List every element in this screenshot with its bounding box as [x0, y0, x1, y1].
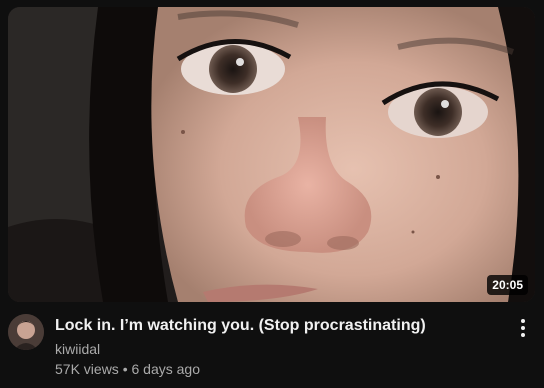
- video-title[interactable]: Lock in. I’m watching you. (Stop procras…: [55, 315, 507, 337]
- avatar-image: [8, 314, 44, 350]
- more-vert-icon[interactable]: [511, 314, 535, 342]
- more-dot: [521, 333, 525, 337]
- video-stats: 57K views • 6 days ago: [55, 359, 507, 379]
- channel-avatar[interactable]: [8, 314, 44, 350]
- stats-separator: •: [118, 361, 132, 377]
- channel-name[interactable]: kiwiidal: [55, 339, 507, 359]
- upload-age: 6 days ago: [131, 361, 201, 377]
- duration-badge: 20:05: [487, 275, 528, 295]
- video-metadata: Lock in. I’m watching you. (Stop procras…: [8, 314, 535, 384]
- more-dot: [521, 326, 525, 330]
- more-dot: [521, 319, 525, 323]
- video-details: Lock in. I’m watching you. (Stop procras…: [55, 315, 507, 379]
- video-card[interactable]: 20:05 Lock in. I’m watching you. (Stop p…: [0, 0, 544, 388]
- view-count: 57K views: [55, 361, 119, 377]
- video-thumbnail[interactable]: 20:05: [8, 7, 535, 302]
- thumbnail-image: [8, 7, 535, 302]
